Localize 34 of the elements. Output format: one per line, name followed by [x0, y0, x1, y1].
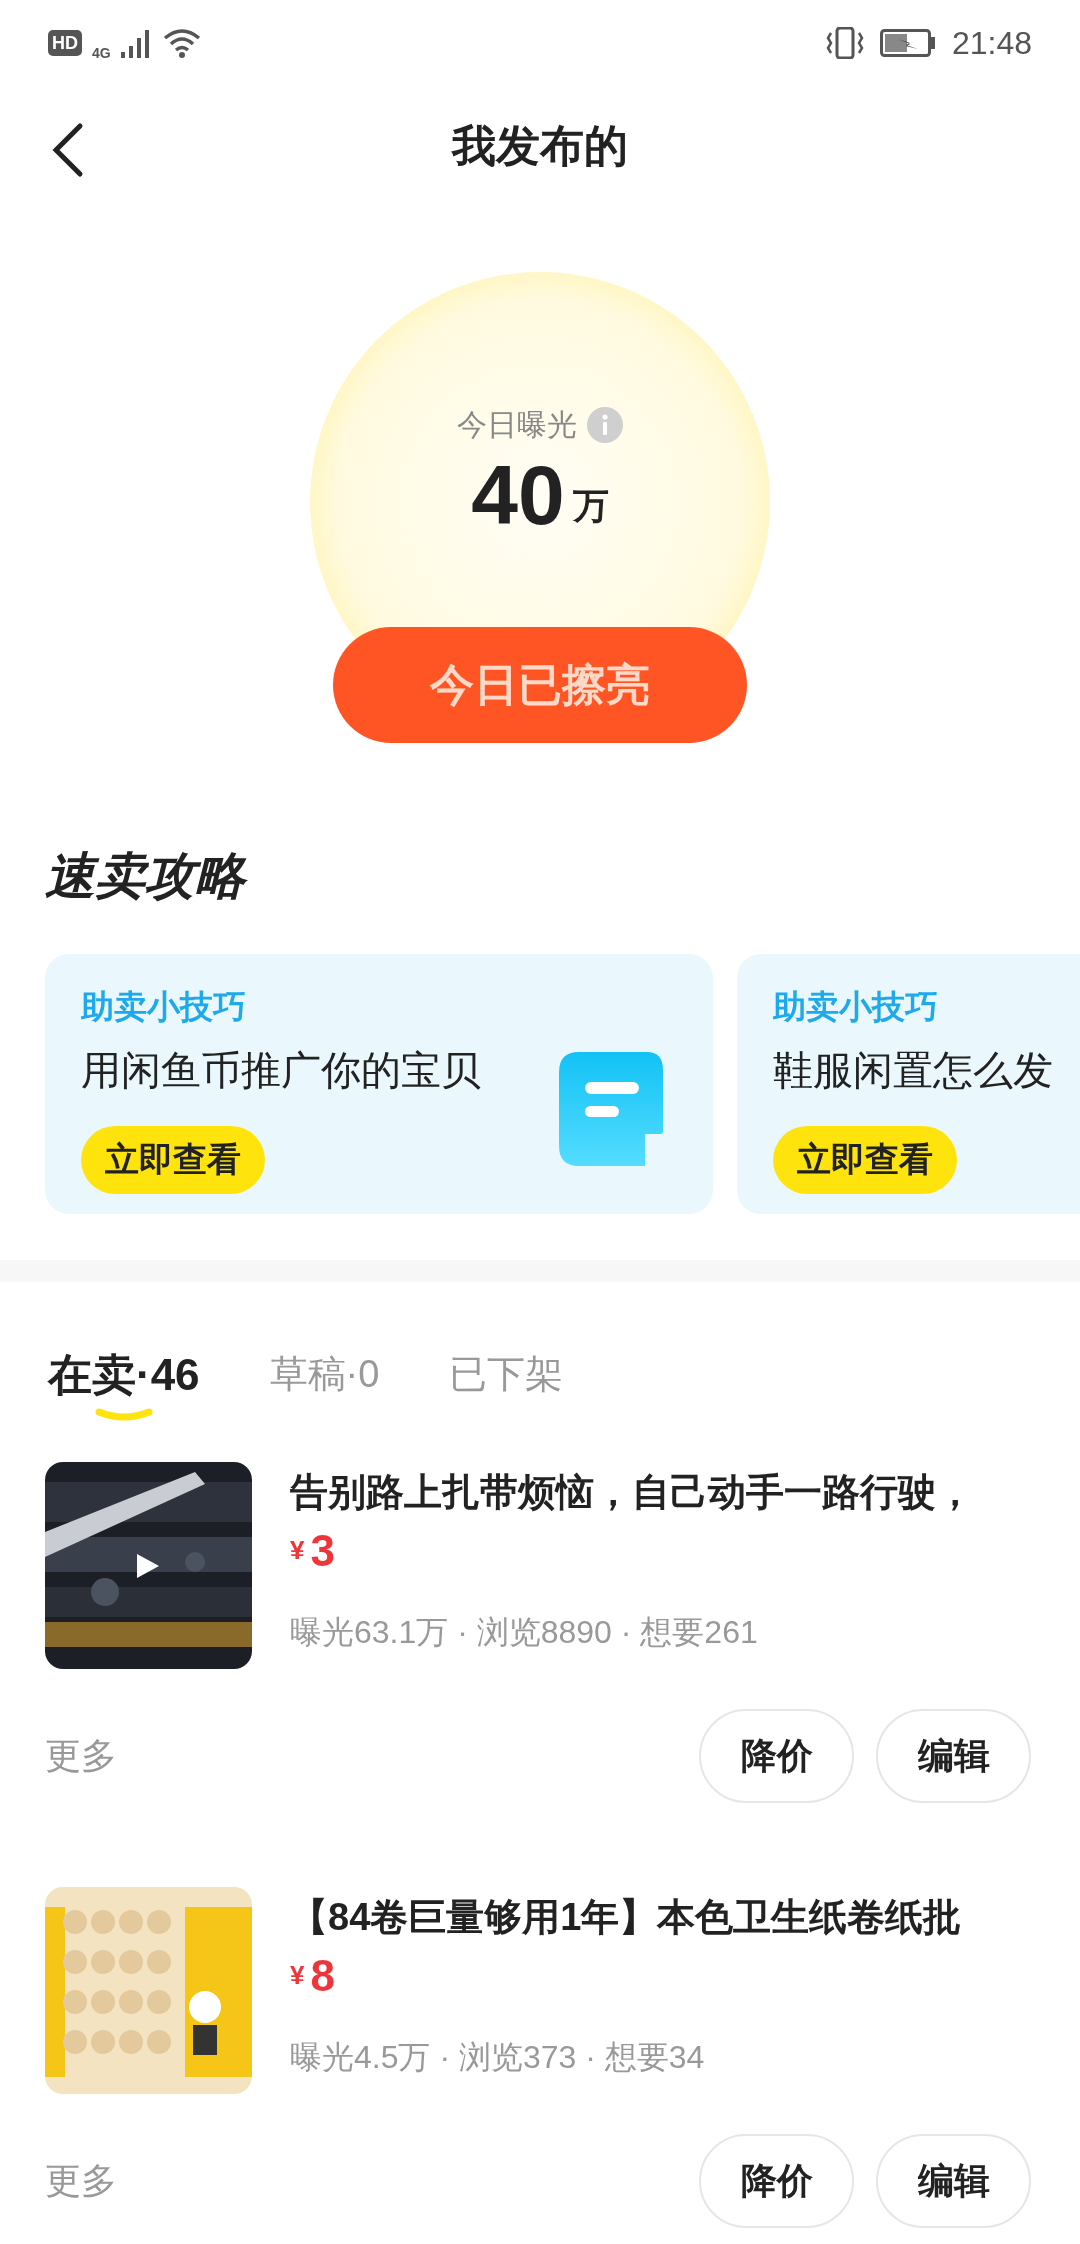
tip-tag: 助卖小技巧: [773, 982, 938, 1032]
exposure-unit: 万: [572, 484, 609, 528]
tab-indicator: [94, 1408, 153, 1422]
exposure-label: 今日曝光: [457, 407, 577, 443]
tip-title: 鞋服闲置怎么发: [773, 1046, 1053, 1094]
view-button[interactable]: 立即查看: [81, 1125, 265, 1194]
tip-tag: 助卖小技巧: [81, 982, 246, 1032]
tip-card[interactable]: 助卖小技巧 鞋服闲置怎么发 立即查看: [737, 954, 1080, 1214]
exposure-value: 40: [471, 453, 565, 537]
network-label: 4G: [92, 43, 111, 63]
product-title[interactable]: 【84卷巨量够用1年】本色卫生纸卷纸批: [290, 1889, 962, 1946]
product-price: 8: [310, 1950, 335, 2002]
status-time: 21:48: [951, 24, 1032, 63]
tip-card[interactable]: 助卖小技巧 用闲鱼币推广你的宝贝 立即查看: [45, 954, 713, 1214]
page-title: 我发布的: [452, 120, 628, 172]
currency-sign: ¥: [290, 1959, 305, 1992]
wifi-icon: [162, 28, 201, 58]
hd-badge: HD: [48, 30, 82, 56]
action-button[interactable]: 降价: [699, 1709, 854, 1803]
action-button[interactable]: 编辑: [876, 2134, 1031, 2228]
product-stats: 曝光63.1万 · 浏览8890 · 想要261: [290, 1613, 759, 1652]
chat-note-icon: [559, 1052, 663, 1166]
product-price: 3: [310, 1525, 335, 1577]
play-icon[interactable]: [135, 1552, 161, 1580]
action-button[interactable]: 编辑: [876, 1709, 1031, 1803]
action-button[interactable]: 降价: [699, 2134, 854, 2228]
battery-icon: [879, 29, 936, 57]
vibrate-icon: [825, 27, 864, 59]
view-button[interactable]: 立即查看: [773, 1125, 957, 1194]
product-title[interactable]: 告别路上扎带烦恼，自己动手一路行驶，: [290, 1464, 974, 1521]
currency-sign: ¥: [290, 1534, 305, 1567]
tip-title: 用闲鱼币推广你的宝贝: [81, 1046, 481, 1094]
product-stats: 曝光4.5万 · 浏览373 · 想要34: [290, 2038, 706, 2077]
status-tab[interactable]: 在卖·46: [48, 1342, 200, 1408]
